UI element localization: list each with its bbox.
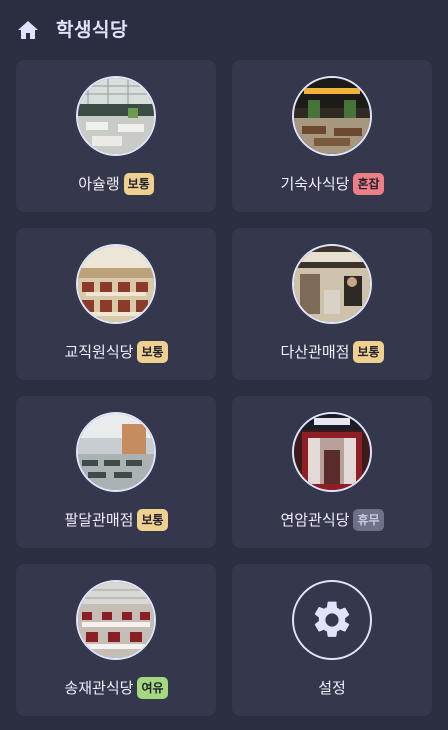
cafeteria-label-row: 송재관식당 여유	[16, 676, 216, 700]
settings-card[interactable]: 설정	[232, 564, 432, 716]
cafeteria-card-faculty[interactable]: 교직원식당 보통	[16, 228, 216, 380]
cafeteria-label-row: 다산관매점 보통	[232, 340, 432, 364]
settings-label-row: 설정	[232, 676, 432, 700]
cafeteria-name: 아슐랭	[78, 175, 120, 193]
cafeteria-name: 송재관식당	[64, 679, 134, 697]
cafeteria-label-row: 팔달관매점 보통	[16, 508, 216, 532]
cafeteria-label-row: 교직원식당 보통	[16, 340, 216, 364]
cafeteria-photo	[76, 580, 156, 660]
status-badge: 보통	[123, 173, 154, 195]
settings-label: 설정	[318, 679, 346, 697]
cafeteria-name: 연암관식당	[280, 511, 350, 529]
cafeteria-photo	[76, 412, 156, 492]
status-badge: 혼잡	[353, 173, 384, 195]
cafeteria-card-dasan-store[interactable]: 다산관매점 보통	[232, 228, 432, 380]
page-title: 학생식당	[56, 19, 128, 41]
cafeteria-label-row: 연암관식당 휴무	[232, 508, 432, 532]
cafeteria-name: 팔달관매점	[64, 511, 134, 529]
cafeteria-card-songjae[interactable]: 송재관식당 여유	[16, 564, 216, 716]
status-badge: 보통	[353, 341, 384, 363]
gear-icon	[292, 580, 372, 660]
status-badge: 보통	[137, 509, 168, 531]
cafeteria-photo	[76, 76, 156, 156]
status-badge: 휴무	[353, 509, 384, 531]
status-badge: 여유	[137, 677, 168, 699]
cafeteria-name: 다산관매점	[280, 343, 350, 361]
cafeteria-name: 교직원식당	[64, 343, 134, 361]
header: 학생식당	[0, 0, 448, 60]
cafeteria-card-asyulraeng[interactable]: 아슐랭 보통	[16, 60, 216, 212]
cafeteria-photo	[292, 76, 372, 156]
cafeteria-photo	[292, 244, 372, 324]
cafeteria-name: 기숙사식당	[280, 175, 350, 193]
cafeteria-card-dormitory[interactable]: 기숙사식당 혼잡	[232, 60, 432, 212]
home-icon[interactable]	[16, 18, 40, 42]
cafeteria-photo	[76, 244, 156, 324]
cafeteria-card-yeonam[interactable]: 연암관식당 휴무	[232, 396, 432, 548]
cafeteria-label-row: 기숙사식당 혼잡	[232, 172, 432, 196]
status-badge: 보통	[137, 341, 168, 363]
cafeteria-card-paldal-store[interactable]: 팔달관매점 보통	[16, 396, 216, 548]
cafeteria-photo	[292, 412, 372, 492]
cafeteria-label-row: 아슐랭 보통	[16, 172, 216, 196]
